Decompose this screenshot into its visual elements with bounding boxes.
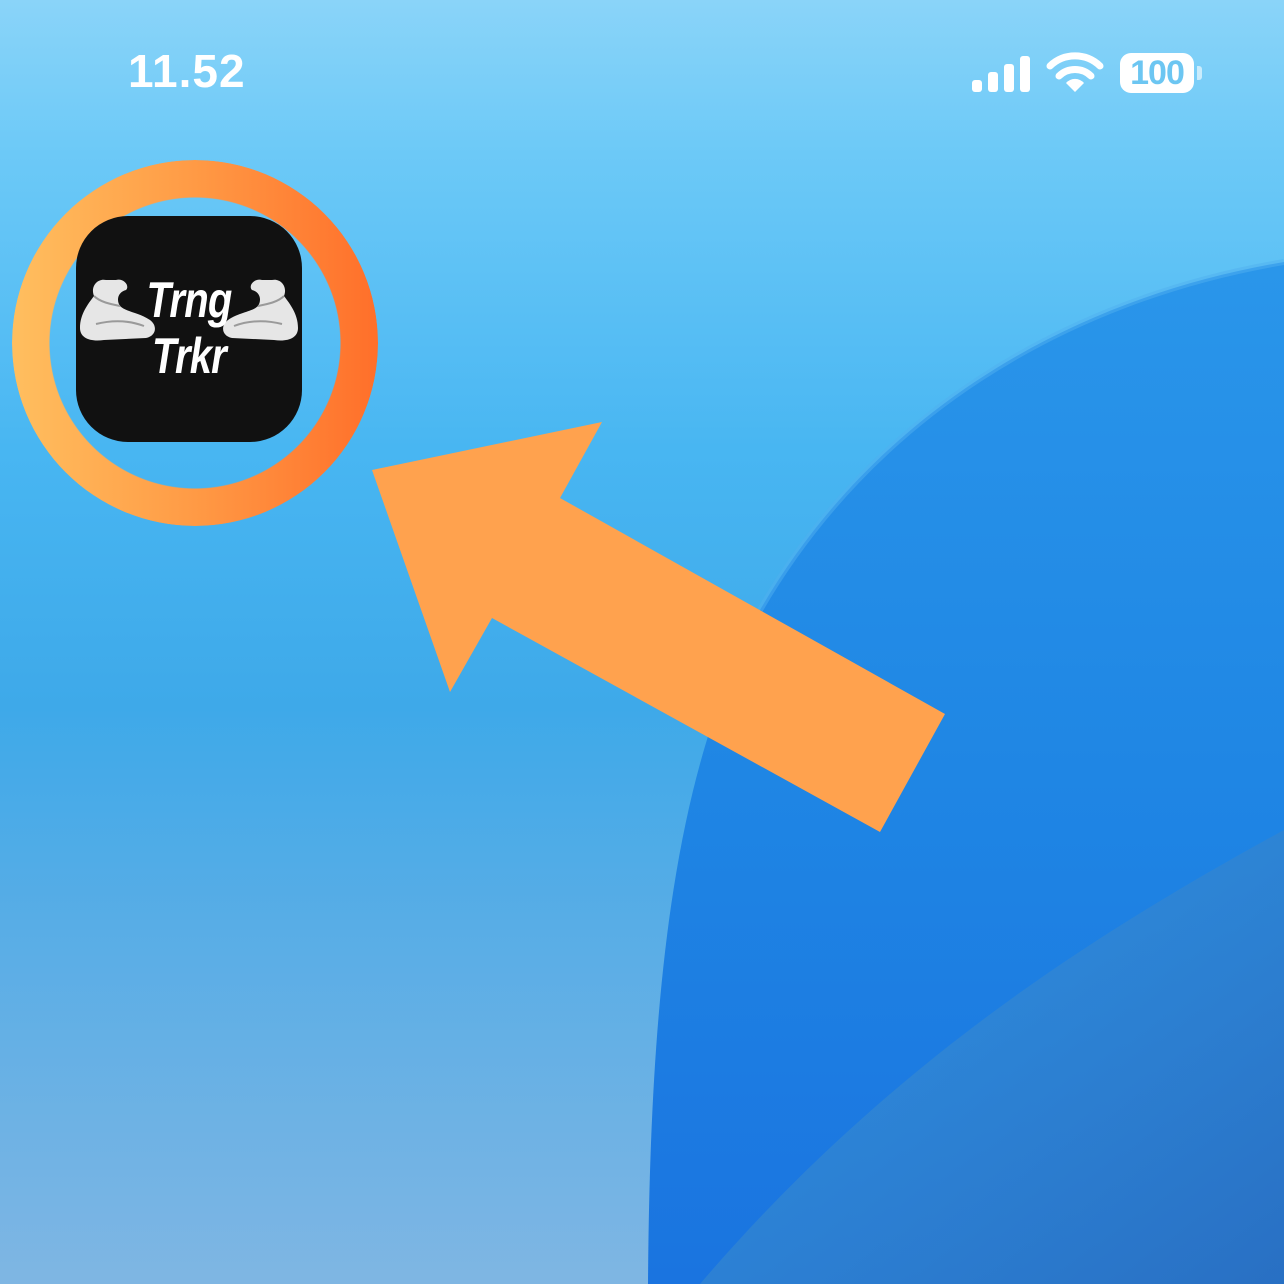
wifi-icon: [1046, 52, 1104, 92]
status-time: 11.52: [128, 45, 246, 97]
signal-icon: [972, 56, 1030, 92]
pointer-arrow: [372, 422, 945, 832]
trng-trkr-app-icon[interactable]: Trng Trkr: [76, 216, 302, 442]
app-name-line1: Trng: [146, 272, 233, 328]
app-name-line2: Trkr: [152, 328, 227, 384]
battery-icon: 100: [1120, 53, 1194, 93]
home-screen: 11.52 100 Trng Trkr: [0, 0, 1284, 1284]
battery-tip: [1197, 66, 1202, 80]
